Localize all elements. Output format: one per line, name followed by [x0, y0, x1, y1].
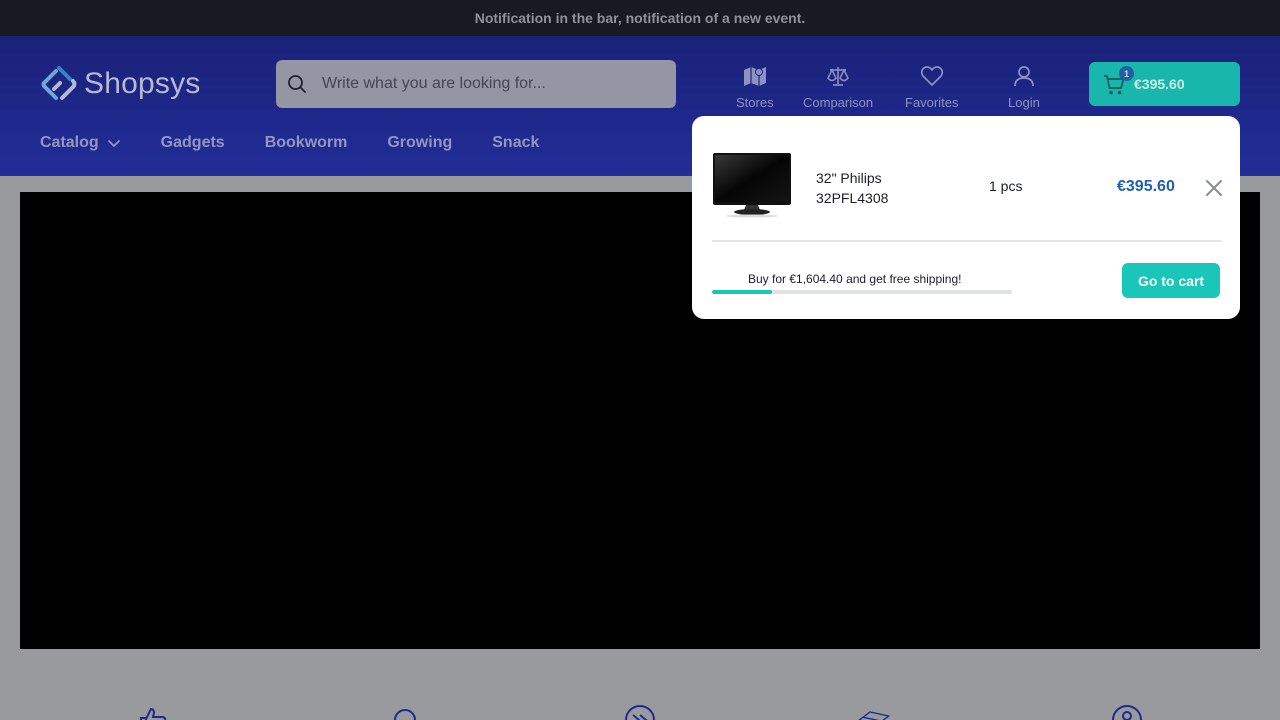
- stores-label: Stores: [736, 95, 774, 110]
- search-icon[interactable]: [287, 74, 307, 94]
- cart-total: €395.60: [1134, 76, 1185, 92]
- product-price: €395.60: [1117, 178, 1175, 195]
- login-label: Login: [1008, 95, 1040, 110]
- nav-item-bookworm[interactable]: Bookworm: [265, 134, 348, 152]
- heart-icon: [920, 66, 943, 86]
- notification-text: Notification in the bar, notification of…: [474, 10, 806, 26]
- product-image[interactable]: [712, 152, 792, 218]
- user-icon: [1014, 66, 1034, 87]
- search-input[interactable]: [322, 60, 662, 108]
- favorites-link[interactable]: Favorites: [905, 64, 958, 110]
- nav-item-gadgets[interactable]: Gadgets: [161, 134, 225, 152]
- scales-icon: [827, 67, 849, 86]
- product-name[interactable]: 32" Philips 32PFL4308: [816, 168, 956, 208]
- favorites-label: Favorites: [905, 95, 959, 110]
- free-shipping-progress: [712, 290, 1012, 294]
- chevron-down-icon: [107, 140, 120, 147]
- card-icon: [858, 711, 890, 720]
- nav-label: Snack: [492, 134, 540, 151]
- fast-forward-icon: [625, 705, 655, 720]
- nav-item-growing[interactable]: Growing: [387, 134, 452, 152]
- logo-icon: [41, 66, 77, 100]
- nav-label: Catalog: [40, 134, 99, 151]
- comparison-label: Comparison: [803, 95, 874, 110]
- main-nav: Catalog Gadgets Bookworm Growing Snack: [40, 134, 579, 152]
- notification-bar: Notification in the bar, notification of…: [0, 0, 1280, 36]
- go-to-cart-button[interactable]: Go to cart: [1122, 263, 1220, 298]
- progress-fill: [712, 290, 772, 294]
- close-icon[interactable]: [1204, 178, 1224, 198]
- search-icon: [394, 709, 416, 720]
- thumbs-up-icon: [140, 707, 167, 720]
- cart-count-badge: 1: [1119, 66, 1134, 81]
- nav-label: Bookworm: [264, 134, 348, 151]
- map-icon: [743, 67, 766, 86]
- nav-item-snack[interactable]: Snack: [492, 134, 539, 152]
- divider: [712, 240, 1222, 242]
- cart-dropdown: 32" Philips 32PFL4308 1 pcs €395.60 Buy …: [692, 116, 1240, 319]
- nav-label: Growing: [387, 134, 453, 151]
- free-shipping-text: Buy for €1,604.40 and get free shipping!: [748, 272, 962, 286]
- cart-button[interactable]: 1 €395.60: [1089, 62, 1240, 106]
- nav-label: Gadgets: [160, 134, 225, 151]
- logo-text: Shopsys: [84, 67, 201, 100]
- nav-item-catalog[interactable]: Catalog: [40, 134, 121, 152]
- product-quantity: 1 pcs: [989, 178, 1023, 194]
- comparison-link[interactable]: Comparison: [803, 64, 873, 110]
- search-box: [276, 60, 676, 108]
- stores-link[interactable]: Stores: [736, 64, 774, 110]
- logo[interactable]: Shopsys: [40, 64, 200, 104]
- location-pin-icon: [1112, 705, 1142, 720]
- login-link[interactable]: Login: [1008, 64, 1040, 110]
